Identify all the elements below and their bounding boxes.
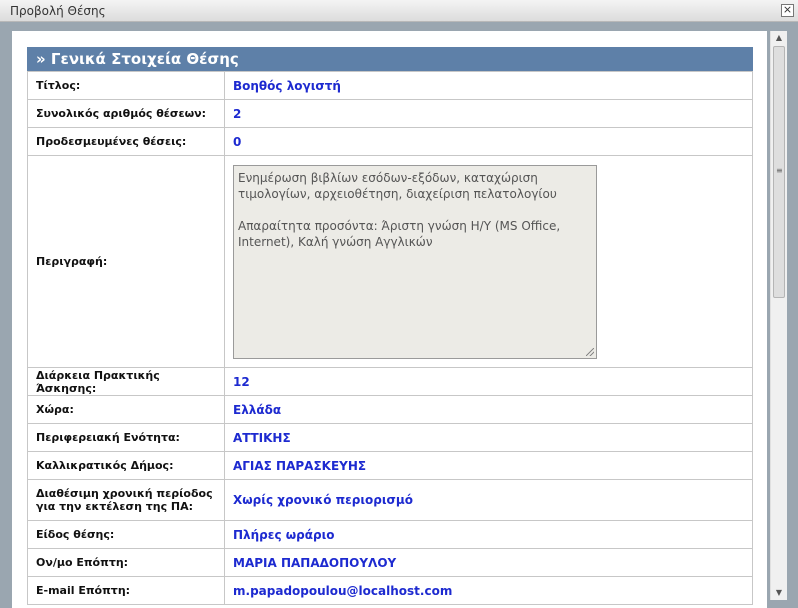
label-reserved-positions: Προδεσμευμένες θέσεις: xyxy=(27,127,225,156)
row-municipality: Καλλικρατικός Δήμος: ΑΓΙΑΣ ΠΑΡΑΣΚΕΥΗΣ xyxy=(27,451,753,480)
label-supervisor-name: Ον/μο Επόπτη: xyxy=(27,548,225,577)
value-country: Ελλάδα xyxy=(224,395,753,424)
scrollbar-grip-icon: ≡ xyxy=(776,166,783,175)
label-duration: Διάρκεια Πρακτικής Άσκησης: xyxy=(27,367,225,396)
label-description: Περιγραφή: xyxy=(27,155,225,368)
label-title: Τίτλος: xyxy=(27,71,225,100)
row-duration: Διάρκεια Πρακτικής Άσκησης: 12 xyxy=(27,367,753,396)
value-supervisor-email: m.papadopoulou@localhost.com xyxy=(224,576,753,605)
value-reserved-positions: 0 xyxy=(224,127,753,156)
row-available-period: Διαθέσιμη χρονική περίοδος για την εκτέλ… xyxy=(27,479,753,521)
value-available-period: Χωρίς χρονικό περιορισμό xyxy=(224,479,753,521)
label-position-type: Είδος θέσης: xyxy=(27,520,225,549)
resize-grip-icon[interactable] xyxy=(586,347,594,356)
window-titlebar: Προβολή Θέσης ⨯ xyxy=(0,0,798,22)
row-supervisor-email: E-mail Επόπτη: m.papadopoulou@localhost.… xyxy=(27,576,753,605)
row-reserved-positions: Προδεσμευμένες θέσεις: 0 xyxy=(27,127,753,156)
row-country: Χώρα: Ελλάδα xyxy=(27,395,753,424)
row-position-type: Είδος θέσης: Πλήρες ωράριο xyxy=(27,520,753,549)
scroll-down-arrow-icon[interactable]: ▼ xyxy=(771,586,787,600)
close-icon[interactable]: ⨯ xyxy=(781,4,794,17)
label-municipality: Καλλικρατικός Δήμος: xyxy=(27,451,225,480)
section-header: » Γενικά Στοιχεία Θέσης xyxy=(27,47,753,71)
scroll-up-arrow-icon[interactable]: ▲ xyxy=(771,31,787,45)
value-title: Βοηθός λογιστή xyxy=(224,71,753,100)
row-supervisor-name: Ον/μο Επόπτη: ΜΑΡΙΑ ΠΑΠΑΔΟΠΟΥΛΟΥ xyxy=(27,548,753,577)
value-supervisor-name: ΜΑΡΙΑ ΠΑΠΑΔΟΠΟΥΛΟΥ xyxy=(224,548,753,577)
window-title: Προβολή Θέσης xyxy=(10,4,106,18)
row-description: Περιγραφή: Ενημέρωση βιβλίων εσόδων-εξόδ… xyxy=(27,155,753,368)
value-duration: 12 xyxy=(224,367,753,396)
label-region: Περιφερειακή Ενότητα: xyxy=(27,423,225,452)
value-municipality: ΑΓΙΑΣ ΠΑΡΑΣΚΕΥΗΣ xyxy=(224,451,753,480)
value-position-type: Πλήρες ωράριο xyxy=(224,520,753,549)
label-available-period: Διαθέσιμη χρονική περίοδος για την εκτέλ… xyxy=(27,479,225,521)
row-title: Τίτλος: Βοηθός λογιστή xyxy=(27,71,753,100)
value-total-positions: 2 xyxy=(224,99,753,128)
details-table: Τίτλος: Βοηθός λογιστή Συνολικός αριθμός… xyxy=(27,71,753,605)
label-total-positions: Συνολικός αριθμός θέσεων: xyxy=(27,99,225,128)
content-area: » Γενικά Στοιχεία Θέσης Τίτλος: Βοηθός λ… xyxy=(12,31,767,608)
position-details-panel: » Γενικά Στοιχεία Θέσης Τίτλος: Βοηθός λ… xyxy=(27,47,753,605)
description-textarea[interactable]: Ενημέρωση βιβλίων εσόδων-εξόδων, καταχώρ… xyxy=(233,164,597,359)
value-description-cell: Ενημέρωση βιβλίων εσόδων-εξόδων, καταχώρ… xyxy=(224,155,753,368)
row-total-positions: Συνολικός αριθμός θέσεων: 2 xyxy=(27,99,753,128)
row-region: Περιφερειακή Ενότητα: ΑΤΤΙΚΗΣ xyxy=(27,423,753,452)
description-text: Ενημέρωση βιβλίων εσόδων-εξόδων, καταχώρ… xyxy=(238,170,561,249)
scrollbar-thumb[interactable]: ≡ xyxy=(773,46,785,298)
vertical-scrollbar[interactable]: ▲ ≡ ▼ xyxy=(770,31,787,600)
label-supervisor-email: E-mail Επόπτη: xyxy=(27,576,225,605)
value-region: ΑΤΤΙΚΗΣ xyxy=(224,423,753,452)
label-country: Χώρα: xyxy=(27,395,225,424)
